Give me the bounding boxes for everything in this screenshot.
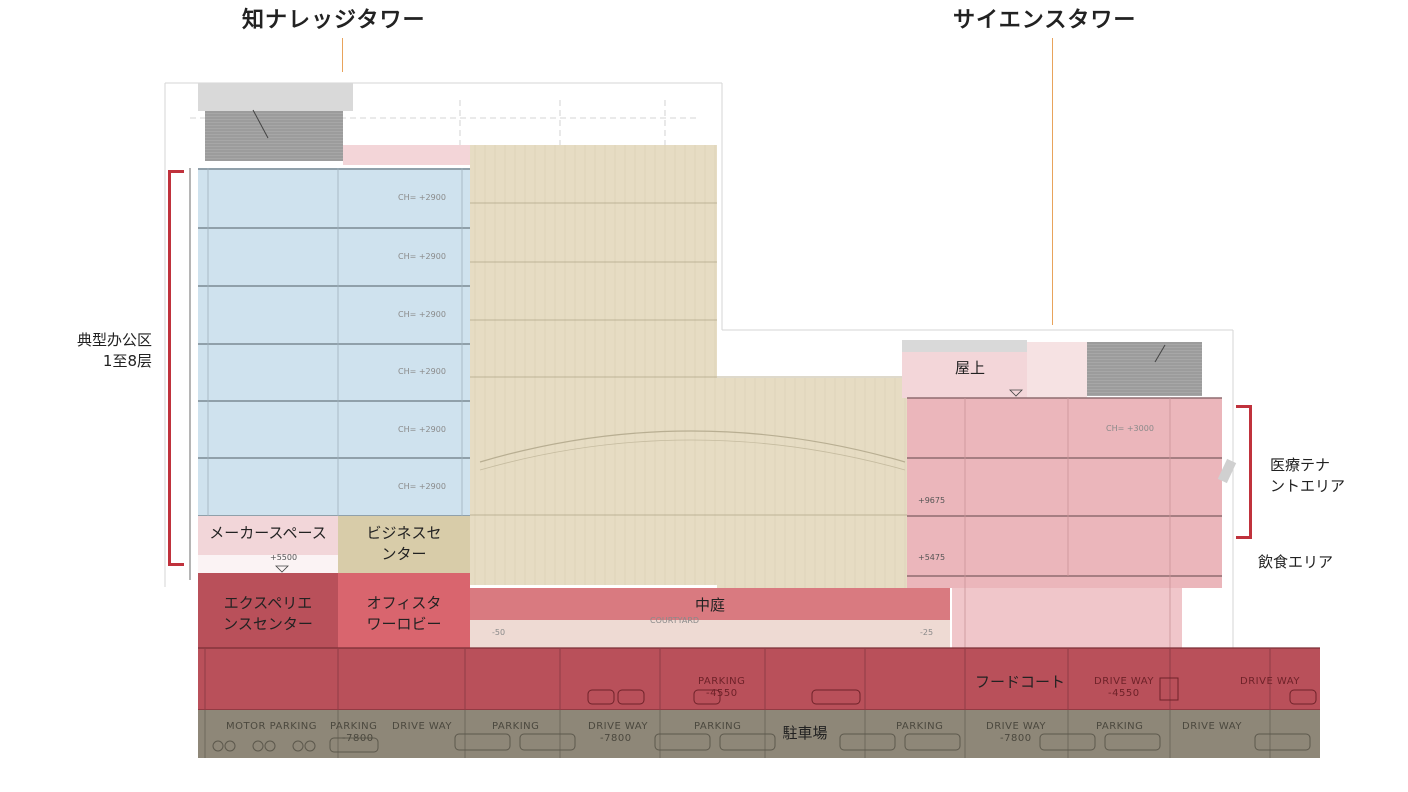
- b1-driveway-annotation-2: DRIVE WAY: [1240, 676, 1300, 687]
- experience-center-label-line2: ンスセンター: [223, 615, 313, 633]
- b2-level-annotation-1: -7800: [342, 733, 374, 744]
- dining-area-label: 飲食エリア: [1258, 553, 1334, 571]
- medical-area-label: 医療テナ ントエリア: [1270, 455, 1345, 497]
- level-annotation-minus50: -50: [492, 628, 506, 637]
- b2-parking-annotation-5: PARKING: [1096, 721, 1144, 732]
- b1-driveway-annotation-1: DRIVE WAY: [1094, 676, 1154, 687]
- b2-parking-annotation-2: PARKING: [492, 721, 540, 732]
- business-center-label: ビジネスセ ンター: [338, 522, 470, 566]
- medical-area-bracket: [1236, 405, 1252, 539]
- b2-driveway-annotation-4: DRIVE WAY: [1182, 721, 1242, 732]
- office-lobby-label-line2: ワーロビー: [366, 615, 442, 633]
- food-court-label: フードコート: [974, 672, 1065, 691]
- ceiling-height-annotation-4: CH= +2900: [398, 367, 446, 376]
- office-floors-label: 典型办公区 1至8层: [70, 330, 152, 372]
- level-annotation-5475: +5475: [918, 553, 946, 562]
- b2-level-annotation-3: -7800: [1000, 733, 1032, 744]
- rooftop-label: 屋上: [954, 358, 985, 377]
- courtyard-label: 中庭: [694, 595, 725, 614]
- ceiling-height-annotation-2: CH= +2900: [398, 252, 446, 261]
- courtyard-english-annotation: COURTYARD: [650, 616, 700, 625]
- b2-motor-parking-annotation: MOTOR PARKING: [226, 721, 318, 732]
- office-floors-label-line1: 典型办公区: [76, 331, 152, 349]
- parking-label: 駐車場: [782, 723, 828, 742]
- b2-driveway-annotation-1: DRIVE WAY: [392, 721, 452, 732]
- business-center-label-line1: ビジネスセ: [366, 524, 442, 542]
- experience-center-label-line1: エクスペリエ: [223, 594, 313, 612]
- level-annotation-9675: +9675: [918, 496, 946, 505]
- medical-area-label-line2: ントエリア: [1270, 477, 1346, 495]
- ceiling-height-annotation-6: CH= +2900: [398, 482, 446, 491]
- b2-parking-annotation-4: PARKING: [896, 721, 944, 732]
- office-lobby-label-line1: オフィスタ: [366, 594, 442, 612]
- b2-level-annotation-2: -7800: [600, 733, 632, 744]
- business-center-label-line2: ンター: [381, 545, 427, 563]
- office-floors-label-line2: 1至8层: [102, 352, 152, 370]
- ceiling-height-annotation-3: CH= +2900: [398, 310, 446, 319]
- b2-parking-annotation-1: PARKING: [330, 721, 378, 732]
- b1-level-annotation-1: -4550: [706, 688, 738, 699]
- maker-space-label: メーカースペース: [209, 523, 327, 542]
- b2-driveway-annotation-3: DRIVE WAY: [986, 721, 1046, 732]
- b2-driveway-annotation-2: DRIVE WAY: [588, 721, 648, 732]
- ceiling-height-annotation-science: CH= +3000: [1106, 424, 1154, 433]
- b2-parking-annotation-3: PARKING: [694, 721, 742, 732]
- b1-parking-annotation: PARKING: [698, 676, 746, 687]
- ceiling-height-annotation-1: CH= +2900: [398, 193, 446, 202]
- experience-center-label: エクスペリエ ンスセンター: [198, 592, 338, 636]
- ceiling-height-annotation-5: CH= +2900: [398, 425, 446, 434]
- level-annotation-5500: +5500: [270, 553, 298, 562]
- b1-level-annotation-2: -4550: [1108, 688, 1140, 699]
- level-annotation-minus25: -25: [920, 628, 934, 637]
- medical-area-label-line1: 医療テナ: [1270, 456, 1331, 474]
- office-lobby-label: オフィスタ ワーロビー: [338, 592, 470, 636]
- office-floors-bracket: [168, 170, 184, 566]
- building-section-drawing: [164, 82, 1320, 758]
